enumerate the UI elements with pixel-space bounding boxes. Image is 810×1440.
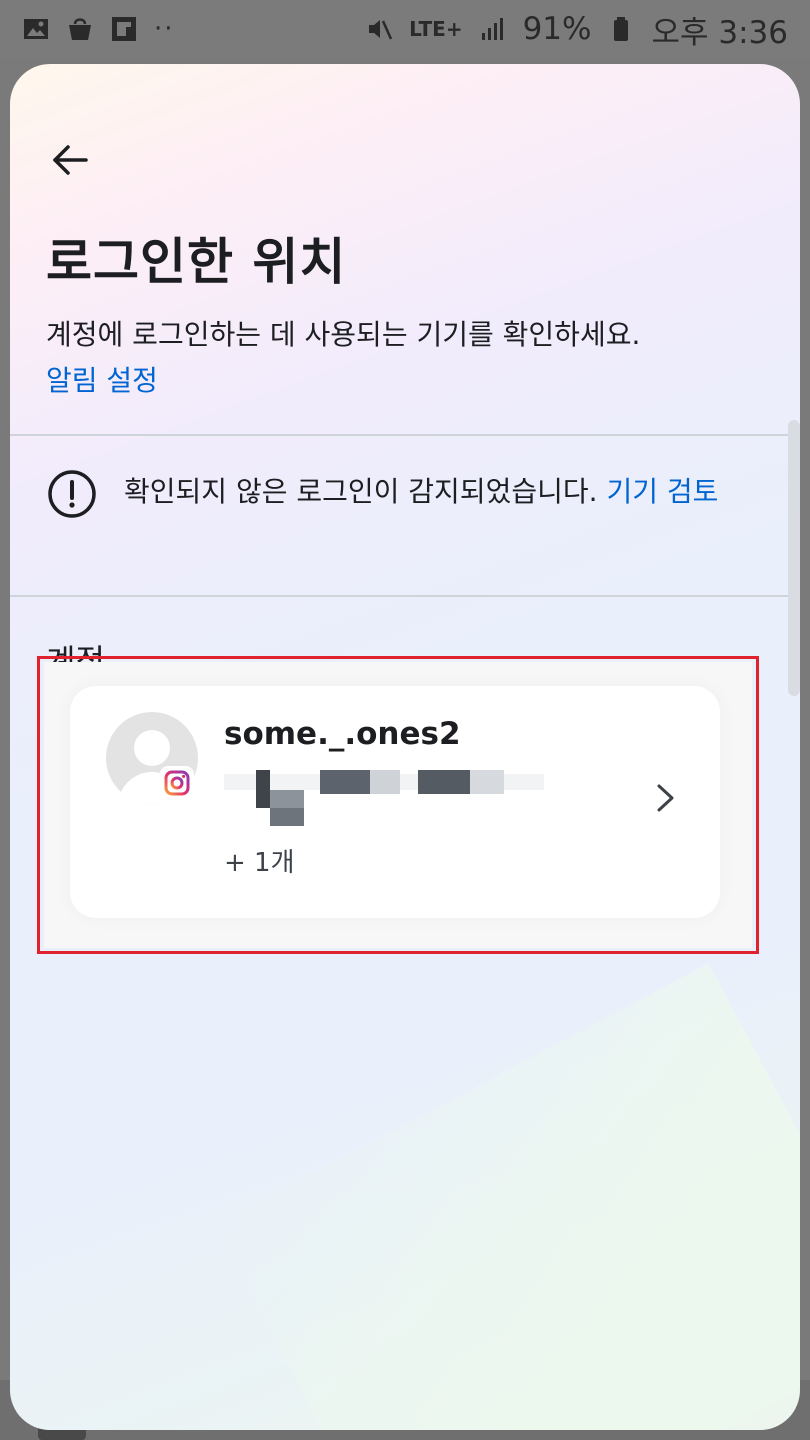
notification-settings-link[interactable]: 알림 설정: [46, 358, 766, 404]
shopping-bag-icon: [69, 18, 91, 40]
battery-icon: [614, 17, 629, 41]
review-devices-link[interactable]: 기기 검토: [606, 475, 718, 508]
highlight-box: [37, 656, 759, 954]
status-bar: ·· LTE+ 91% 오후 3:36: [0, 0, 810, 58]
page-title: 로그인한 위치: [46, 233, 347, 291]
alert-circle-icon: [48, 470, 96, 518]
gallery-icon: [24, 19, 48, 39]
flipboard-icon: [112, 17, 136, 41]
more-dots-icon: ··: [154, 14, 175, 44]
divider: [10, 595, 800, 597]
clock: 오후 3:36: [651, 14, 788, 51]
scrollbar[interactable]: [788, 420, 800, 696]
back-arrow-icon: [53, 145, 88, 175]
divider: [10, 434, 800, 436]
unrecognized-login-alert: 확인되지 않은 로그인이 감지되었습니다. 기기 검토: [46, 466, 776, 520]
mute-icon: [369, 20, 393, 40]
signal-icon: [481, 18, 503, 40]
page-description: 계정에 로그인하는 데 사용되는 기기를 확인하세요. 알림 설정: [46, 312, 766, 404]
description-text: 계정에 로그인하는 데 사용되는 기기를 확인하세요.: [46, 318, 641, 351]
battery-percent: 91%: [522, 11, 592, 47]
alert-text: 확인되지 않은 로그인이 감지되었습니다.: [124, 475, 607, 508]
back-button[interactable]: [46, 136, 94, 184]
network-type: LTE+: [409, 17, 463, 41]
